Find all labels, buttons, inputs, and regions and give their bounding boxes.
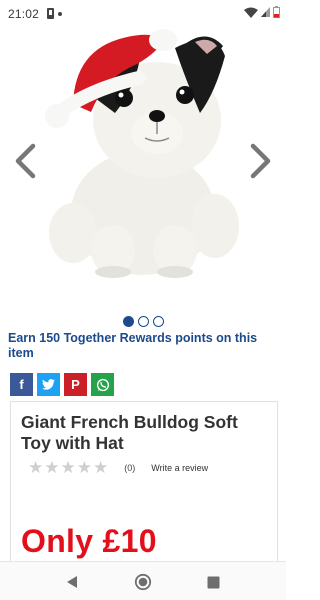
share-twitter-button[interactable] xyxy=(37,373,60,396)
share-whatsapp-button[interactable] xyxy=(91,373,114,396)
write-review-link[interactable]: Write a review xyxy=(151,463,208,473)
share-facebook-button[interactable]: f xyxy=(10,373,33,396)
rewards-message: Earn 150 Together Rewards points on this… xyxy=(8,331,258,360)
product-gallery[interactable] xyxy=(0,28,286,314)
twitter-icon xyxy=(42,379,55,390)
star-icon: ★ xyxy=(93,458,109,477)
product-info-card: Giant French Bulldog Soft Toy with Hat ★… xyxy=(10,401,278,571)
chevron-right-icon xyxy=(250,143,271,179)
home-icon xyxy=(134,573,152,591)
signal-icon xyxy=(261,7,270,17)
star-icon: ★ xyxy=(44,458,60,477)
pagination-dot-3[interactable] xyxy=(152,316,164,327)
home-button[interactable] xyxy=(132,571,154,593)
star-rating: ★ ★ ★ ★ ★ xyxy=(28,459,108,476)
share-pinterest-button[interactable]: P xyxy=(64,373,87,396)
star-icon: ★ xyxy=(60,458,76,477)
gallery-pagination xyxy=(0,316,286,327)
star-icon: ★ xyxy=(28,458,44,477)
next-image-button[interactable] xyxy=(244,138,278,184)
pinterest-icon: P xyxy=(71,377,80,392)
previous-image-button[interactable] xyxy=(8,138,42,184)
wifi-icon xyxy=(244,7,258,18)
battery-icon xyxy=(273,6,280,18)
star-icon: ★ xyxy=(76,458,92,477)
product-price: Only £10 xyxy=(21,523,157,559)
status-time: 21:02 xyxy=(8,7,40,21)
product-rating: ★ ★ ★ ★ ★ (0) Write a review xyxy=(28,459,208,476)
review-count: (0) xyxy=(124,462,136,473)
back-icon xyxy=(67,576,77,588)
chevron-left-icon xyxy=(15,143,36,179)
back-button[interactable] xyxy=(61,571,83,593)
whatsapp-icon xyxy=(96,378,109,391)
system-navigation-bar xyxy=(0,561,286,600)
notification-icon xyxy=(47,8,54,19)
facebook-icon: f xyxy=(19,377,24,392)
status-bar: 21:02 xyxy=(0,0,286,28)
product-image xyxy=(45,29,239,278)
pagination-dot-2[interactable] xyxy=(137,316,149,327)
product-title: Giant French Bulldog Soft Toy with Hat xyxy=(21,412,238,453)
dot-icon xyxy=(58,12,62,16)
recents-button[interactable] xyxy=(202,571,224,593)
pagination-dot-1[interactable] xyxy=(122,316,134,327)
share-buttons: f P xyxy=(10,373,114,396)
recents-icon xyxy=(207,576,219,588)
